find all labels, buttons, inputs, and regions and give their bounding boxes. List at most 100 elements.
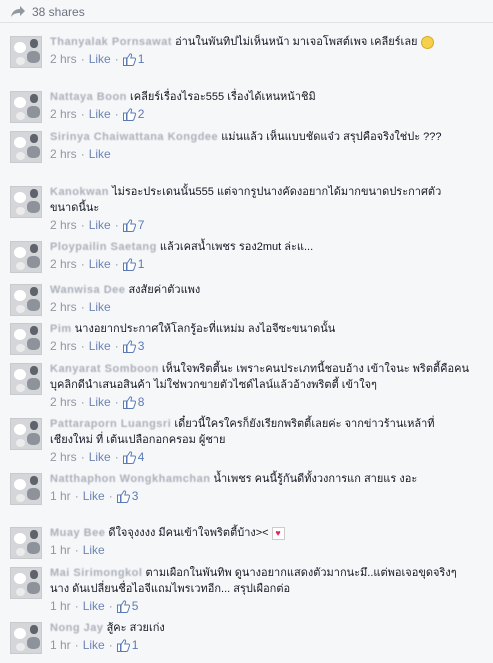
avatar[interactable] (10, 131, 42, 163)
thumbs-up-icon[interactable] (116, 638, 130, 652)
timestamp-link[interactable]: 2 hrs (50, 338, 77, 354)
separator-dot: · (114, 107, 119, 121)
like-button[interactable]: Like (83, 488, 105, 504)
thumbs-up-icon[interactable] (122, 339, 136, 353)
timestamp-link[interactable]: 2 hrs (50, 146, 77, 162)
comment-text: น้ำเพชร คนนี้รู้กันดีทั้งวงการแก สายแร ง… (213, 473, 418, 485)
like-count[interactable]: 1 (138, 256, 145, 272)
separator-dot: · (80, 218, 85, 232)
like-count[interactable]: 1 (138, 51, 145, 67)
like-button[interactable]: Like (89, 256, 111, 272)
like-button[interactable]: Like (89, 217, 111, 233)
avatar[interactable] (10, 241, 42, 273)
like-count[interactable]: 1 (132, 637, 139, 653)
comment-body: Nattaya Boon เคลียร์เรื่องไรอะ555 เรื่อง… (50, 89, 470, 122)
like-button[interactable]: Like (83, 542, 105, 558)
comment-body: Natthaphon Wongkhamchan น้ำเพชร คนนี้รู้… (50, 471, 470, 504)
like-count[interactable]: 8 (138, 394, 145, 410)
shares-summary[interactable]: 38 shares (10, 3, 85, 20)
like-button[interactable]: Like (89, 106, 111, 122)
share-icon (10, 5, 26, 18)
like-button[interactable]: Like (89, 394, 111, 410)
separator-dot: · (114, 218, 119, 232)
separator-dot: · (74, 543, 79, 557)
thumbs-up-icon[interactable] (122, 218, 136, 232)
timestamp-link[interactable]: 1 hr (50, 488, 71, 504)
avatar[interactable] (10, 186, 42, 218)
like-button[interactable]: Like (89, 146, 111, 162)
commenter-name-link[interactable]: Pim (50, 323, 72, 335)
timestamp-link[interactable]: 2 hrs (50, 299, 77, 315)
separator-dot: · (114, 450, 119, 464)
commenter-name-link[interactable]: Ploypailin Saetang (50, 241, 157, 253)
avatar[interactable] (10, 36, 42, 68)
comment-body: Wanwisa Dee สงสัยค่าตัวแพง 2 hrs · Like (50, 282, 470, 315)
timestamp-link[interactable]: 2 hrs (50, 394, 77, 410)
separator-dot: · (80, 450, 85, 464)
like-button[interactable]: Like (89, 51, 111, 67)
like-button[interactable]: Like (89, 338, 111, 354)
like-button[interactable]: Like (89, 449, 111, 465)
commenter-name-link[interactable]: Thanyalak Pornsawat (50, 36, 172, 48)
timestamp-link[interactable]: 2 hrs (50, 106, 77, 122)
timestamp-link[interactable]: 1 hr (50, 637, 71, 653)
avatar[interactable] (10, 527, 42, 559)
commenter-name-link[interactable]: Nong Jay (50, 622, 104, 634)
avatar[interactable] (10, 363, 42, 395)
avatar[interactable] (10, 284, 42, 316)
avatar[interactable] (10, 323, 42, 355)
like-count[interactable]: 4 (138, 449, 145, 465)
like-button[interactable]: Like (89, 299, 111, 315)
comment-text: แม่นแล้ว เห็นแบบชัดแจ๋ว สรุปคือจริงใช่ปะ… (221, 131, 442, 143)
thumbs-up-icon[interactable] (116, 599, 130, 613)
comment-content: Nong Jay สู้คะ สวยเก่ง (50, 620, 470, 636)
commenter-name-link[interactable]: Kanyarat Somboon (50, 363, 159, 375)
thumbs-up-icon[interactable] (122, 395, 136, 409)
separator-dot: · (114, 257, 119, 271)
commenter-name-link[interactable]: Sirinya Chaiwattana Kongdee (50, 131, 218, 143)
thumbs-up-icon[interactable] (116, 489, 130, 503)
separator-dot: · (74, 489, 79, 503)
commenter-name-link[interactable]: Muay Bee (50, 527, 105, 539)
comment-content: Ploypailin Saetang แล้วเคสน้ำเพชร รอง2mu… (50, 239, 470, 255)
timestamp-link[interactable]: 2 hrs (50, 256, 77, 272)
separator-dot: · (114, 395, 119, 409)
like-count[interactable]: 7 (138, 217, 145, 233)
avatar[interactable] (10, 91, 42, 123)
comment-meta: 1 hr · Like (50, 542, 470, 558)
commenter-name-link[interactable]: Natthaphon Wongkhamchan (50, 473, 210, 485)
comment-body: Thanyalak Pornsawat อ่านในพันทิปไม่เห็นห… (50, 34, 470, 67)
timestamp-link[interactable]: 2 hrs (50, 51, 77, 67)
like-count[interactable]: 3 (138, 338, 145, 354)
commenter-name-link[interactable]: Mai Sirimongkol (50, 567, 142, 579)
commenter-name-link[interactable]: Pattaraporn Luangsri (50, 418, 171, 430)
thumbs-up-icon[interactable] (122, 107, 136, 121)
thumbs-up-icon[interactable] (122, 257, 136, 271)
comment-content: Muay Bee ดีใจจุงงงง มีคนเข้าใจพริตตี้บ้า… (50, 525, 470, 541)
comment-text: นางอยากประกาศให้โลกรู้อะที่แหม่ม ลงไอจีซ… (74, 323, 336, 335)
comment-content: Wanwisa Dee สงสัยค่าตัวแพง (50, 282, 470, 298)
timestamp-link[interactable]: 1 hr (50, 542, 71, 558)
like-button[interactable]: Like (83, 637, 105, 653)
avatar[interactable] (10, 622, 42, 654)
like-count[interactable]: 3 (132, 488, 139, 504)
commenter-name-link[interactable]: Kanokwan (50, 186, 109, 198)
comment-text: อ่านในพันทิปไม่เห็นหน้า มาเจอโพสต์เพจ เค… (175, 36, 418, 48)
comment-body: Nong Jay สู้คะ สวยเก่ง 1 hr · Like · 1 (50, 620, 470, 653)
like-count[interactable]: 2 (138, 106, 145, 122)
thumbs-up-icon[interactable] (122, 52, 136, 66)
timestamp-link[interactable]: 1 hr (50, 598, 71, 614)
like-button[interactable]: Like (83, 598, 105, 614)
thumbs-up-icon[interactable] (122, 450, 136, 464)
timestamp-link[interactable]: 2 hrs (50, 449, 77, 465)
comment-meta: 1 hr · Like · 5 (50, 598, 470, 614)
commenter-name-link[interactable]: Nattaya Boon (50, 91, 127, 103)
like-count[interactable]: 5 (132, 598, 139, 614)
avatar[interactable] (10, 473, 42, 505)
avatar[interactable] (10, 418, 42, 450)
comment-body: Muay Bee ดีใจจุงงงง มีคนเข้าใจพริตตี้บ้า… (50, 525, 470, 558)
comment-content: Thanyalak Pornsawat อ่านในพันทิปไม่เห็นห… (50, 34, 470, 50)
avatar[interactable] (10, 567, 42, 599)
timestamp-link[interactable]: 2 hrs (50, 217, 77, 233)
commenter-name-link[interactable]: Wanwisa Dee (50, 284, 125, 296)
